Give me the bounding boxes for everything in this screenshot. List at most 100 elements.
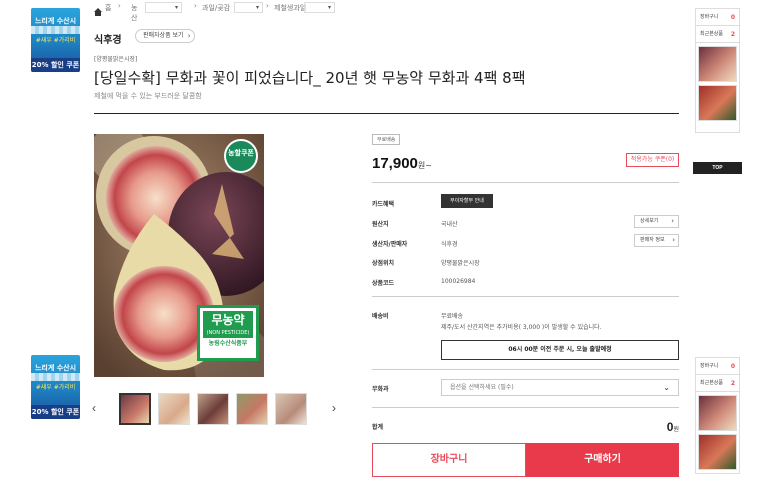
scroll-top-button[interactable]: TOP (693, 162, 742, 174)
chevron-right-icon[interactable]: › (332, 401, 336, 415)
option-placeholder: 옵션을 선택하세요 (필수) (450, 384, 514, 391)
thumbnail-3[interactable] (197, 393, 229, 425)
chevron-down-icon: ⌄ (663, 383, 670, 392)
chevron-right-icon: › (266, 2, 269, 10)
total-price: 0원 (667, 418, 679, 436)
banner-wave (31, 373, 80, 381)
free-shipping-tag: 무료배송 (372, 134, 401, 145)
store-location-label: 상점위치 (372, 260, 395, 267)
shipping-label: 배송비 (372, 313, 389, 320)
product-subtitle: 제철에 먹을 수 있는 부드러운 달콤함 (94, 92, 202, 100)
coupon-button[interactable]: 적용가능 쿠폰(0) (626, 153, 679, 167)
chevron-right-icon: › (187, 32, 191, 40)
banner-coupon: 20% 할인 쿠폰 (31, 405, 80, 419)
price: 17,900 (372, 155, 418, 172)
quick-recent-label: 최근본상품 (700, 31, 724, 37)
divider (372, 369, 679, 370)
origin-detail-label: 상세보기 (640, 218, 659, 224)
buy-now-button[interactable]: 구매하기 (526, 443, 679, 477)
breadcrumb-level1[interactable]: 농산 (131, 3, 137, 23)
shipping-notice: 06시 00분 이전 주문 시, 오늘 출발예정 (441, 340, 679, 360)
breadcrumb-select-3[interactable]: ▾ (304, 2, 335, 13)
banner-line1: 느리게 수산시 (34, 364, 77, 372)
recent-item-2[interactable] (698, 85, 737, 121)
product-code-value: 100026984 (441, 278, 476, 285)
title-divider (94, 113, 679, 114)
origin-detail-button[interactable]: 상세보기 › (634, 215, 679, 228)
chevron-right-icon: › (194, 2, 197, 10)
quick-cart-count: 0 (730, 363, 735, 370)
seller-value: 식후경 (441, 241, 458, 248)
breadcrumb-level2[interactable]: 과일/곶감 (202, 3, 230, 13)
banner-line2: #새우 #가리비 (35, 37, 76, 44)
seller-info-label: 판매자 정보 (640, 237, 665, 243)
coupon-badge: 농할쿠폰 (224, 139, 258, 173)
quick-cart[interactable]: 장바구니 0 (696, 358, 739, 375)
recent-item-1[interactable] (698, 395, 737, 431)
breadcrumb-home[interactable]: 홈 (105, 3, 111, 13)
seller-products-label: 판매자상품 보기 (143, 32, 184, 39)
divider (372, 296, 679, 297)
divider (372, 407, 679, 408)
thumbnail-5[interactable] (275, 393, 307, 425)
installment-info-button[interactable]: 무이자할부 안내 (441, 194, 493, 208)
option-select[interactable]: 옵션을 선택하세요 (필수) ⌄ (441, 379, 679, 396)
option-label: 무화과 (372, 386, 389, 393)
total-unit: 원 (673, 426, 679, 433)
thumbnail-4[interactable] (236, 393, 268, 425)
product-code-label: 상품코드 (372, 280, 395, 287)
quick-recent-label: 최근본상품 (700, 380, 724, 386)
chevron-right-icon: › (672, 236, 675, 244)
badge-org: 농림수산식품부 (208, 340, 248, 347)
chevron-right-icon: › (671, 217, 674, 225)
home-icon[interactable] (94, 3, 102, 21)
quick-cart[interactable]: 장바구니 0 (696, 9, 739, 26)
banner-coupon: 20% 할인 쿠폰 (31, 58, 80, 72)
badge-main: 무농약 (203, 311, 253, 329)
quick-panel-bottom: 장바구니 0 최근본상품 2 (695, 357, 740, 474)
quick-recent[interactable]: 최근본상품 2 (696, 26, 739, 43)
event-banner-top[interactable]: 느리게 수산시 #새우 #가리비 20% 할인 쿠폰 (31, 8, 80, 72)
breadcrumb-select-2[interactable]: ▾ (234, 2, 263, 13)
divider (372, 182, 679, 183)
product-image[interactable]: 농할쿠폰 무농약 (NON PESTICIDE) 농림수산식품부 (94, 134, 264, 377)
chevron-left-icon[interactable]: ‹ (92, 401, 96, 415)
quick-cart-label: 장바구니 (700, 14, 719, 20)
panel-spacer (696, 124, 739, 132)
total-label: 합계 (372, 424, 384, 431)
chevron-down-icon: ▾ (327, 4, 331, 11)
add-to-cart-button[interactable]: 장바구니 (372, 443, 526, 477)
chevron-right-icon: › (118, 2, 121, 10)
banner-wave (31, 26, 80, 34)
quick-panel-top: 장바구니 0 최근본상품 2 (695, 8, 740, 133)
badge-en: (NON PESTICIDE) (203, 329, 253, 338)
breadcrumb-select-1[interactable]: ▾ (145, 2, 182, 13)
breadcrumb-level3[interactable]: 제철생과일 (274, 3, 306, 13)
pesticide-free-badge: 무농약 (NON PESTICIDE) 농림수산식품부 (197, 305, 259, 361)
card-benefit-label: 카드혜택 (372, 201, 395, 208)
seller-label: 생산자/판매자 (372, 241, 408, 248)
chevron-down-icon: ▾ (255, 4, 259, 11)
product-title: [당일수확] 무화과 꽃이 피었습니다_ 20년 햇 무농약 무화과 4팩 8팩 (94, 69, 526, 87)
banner-line2: #새우 #가리비 (35, 384, 76, 391)
event-banner-bottom[interactable]: 느리게 수산시 #새우 #가리비 20% 할인 쿠폰 (31, 355, 80, 419)
banner-line1: 느리게 수산시 (34, 17, 77, 25)
seller-info-button[interactable]: 판매자 정보 › (634, 234, 679, 247)
recent-item-2[interactable] (698, 434, 737, 470)
thumbnail-1[interactable] (119, 393, 151, 425)
thumbnail-2[interactable] (158, 393, 190, 425)
shipping-value: 무료배송 (441, 313, 464, 320)
quick-cart-count: 0 (730, 14, 735, 21)
recent-item-1[interactable] (698, 46, 737, 82)
seller-name[interactable]: 식후경 (94, 31, 122, 46)
quick-recent-count: 2 (730, 31, 735, 38)
store-tag: [양평물맑은시장] (94, 56, 138, 63)
shipping-note: 제주/도서 산간지역은 추가비용( 3,000 )이 발생할 수 있습니다. (441, 324, 602, 331)
quick-recent[interactable]: 최근본상품 2 (696, 375, 739, 392)
price-block: 17,900원~ (372, 155, 432, 173)
store-location-value: 양평물맑은시장 (441, 260, 480, 267)
origin-value: 국내산 (441, 221, 458, 228)
quick-cart-label: 장바구니 (700, 363, 719, 369)
seller-products-button[interactable]: 판매자상품 보기 › (135, 29, 195, 43)
origin-label: 원산지 (372, 221, 389, 228)
